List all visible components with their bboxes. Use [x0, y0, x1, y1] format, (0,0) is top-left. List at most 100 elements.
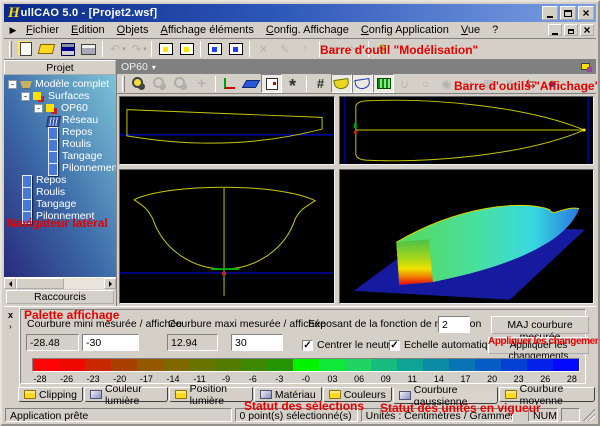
- hull-solid-icon: [334, 76, 350, 92]
- menu-objets[interactable]: Objets: [111, 23, 155, 37]
- scrollbar-thumb[interactable]: [16, 278, 64, 289]
- sphere-button: [415, 74, 436, 93]
- surface-selector[interactable]: OP60: [121, 61, 156, 73]
- tree-item-pilonnement[interactable]: Pilonnement: [4, 162, 116, 174]
- navigator-header[interactable]: Projet: [4, 60, 116, 75]
- expander-icon[interactable]: [34, 104, 43, 113]
- zoom-icon: [131, 76, 147, 92]
- node-x-icon: [256, 41, 272, 57]
- texture-button[interactable]: [373, 74, 394, 93]
- close-icon: ×: [582, 8, 589, 18]
- node-x-button: [253, 40, 274, 59]
- tree-item-op60[interactable]: OP60: [4, 102, 116, 114]
- tree-item-tangage[interactable]: Tangage: [4, 198, 116, 210]
- exponent-input[interactable]: [438, 316, 470, 333]
- min-displayed-input[interactable]: [82, 334, 139, 351]
- tree-item-mod-le-complet[interactable]: Modèle complet: [4, 78, 116, 90]
- open-button[interactable]: [36, 40, 57, 59]
- palette-close-icon[interactable]: x: [8, 310, 13, 320]
- hull-solid-button[interactable]: [331, 74, 352, 93]
- application-window: H ullCAO 5.0 - [Projet2.wsf] × ▶ Fichier…: [0, 0, 600, 426]
- zoom3-button: [170, 74, 191, 93]
- node-pen-button: [274, 40, 295, 59]
- new-button[interactable]: [15, 40, 36, 59]
- toolbar-grip[interactable]: [9, 41, 12, 57]
- mdi-minimize-button[interactable]: [548, 24, 562, 36]
- print-button[interactable]: [78, 40, 99, 59]
- menu-fichier[interactable]: Fichier: [20, 23, 65, 37]
- save-button[interactable]: [57, 40, 78, 59]
- toolbar-grip[interactable]: [122, 76, 125, 92]
- menu-config-affichage[interactable]: Config. Affichage: [260, 23, 355, 37]
- shortcuts-button[interactable]: Raccourcis: [6, 290, 114, 304]
- resize-grip[interactable]: [583, 409, 595, 421]
- mdi-restore-button[interactable]: [564, 24, 578, 36]
- folder-icon: [175, 390, 187, 399]
- scroll-right-button[interactable]: [104, 278, 116, 289]
- expander-icon[interactable]: [21, 92, 30, 101]
- tree-item-roulis[interactable]: Roulis: [4, 138, 116, 150]
- menu-edition[interactable]: Edition: [65, 23, 111, 37]
- tree-item-tangage[interactable]: Tangage: [4, 150, 116, 162]
- gradient-segment: [215, 359, 241, 371]
- tab-courbure-moyenne[interactable]: Courbure moyenne: [499, 387, 595, 402]
- tab-couleur-lumi-re[interactable]: Couleur lumière: [84, 387, 168, 402]
- tab-position-lumi-re[interactable]: Position lumière: [169, 387, 253, 402]
- curvature-gradient-bar: [32, 358, 580, 372]
- net-b2-icon: [228, 41, 244, 57]
- tree-item-repos[interactable]: Repos: [4, 174, 116, 186]
- axes-button[interactable]: [219, 74, 240, 93]
- grid-button[interactable]: [310, 74, 331, 93]
- tree-item-roulis[interactable]: Roulis: [4, 186, 116, 198]
- gradient-segment: [319, 359, 345, 371]
- max-displayed-input[interactable]: [231, 334, 283, 351]
- expander-icon[interactable]: [8, 80, 17, 89]
- separator: [249, 41, 250, 57]
- center-neutral-checkbox[interactable]: Centrer le neutre: [302, 339, 396, 351]
- tree-item-repos[interactable]: Repos: [4, 126, 116, 138]
- hull-wire-button[interactable]: [352, 74, 373, 93]
- gradient-segment: [137, 359, 163, 371]
- tab-clipping[interactable]: Clipping: [18, 387, 83, 402]
- node-add-button: [295, 40, 316, 59]
- zoom-button[interactable]: [128, 74, 149, 93]
- plan-view[interactable]: [339, 96, 594, 165]
- scrollbar-track[interactable]: [16, 278, 104, 289]
- maximize-button[interactable]: [560, 6, 576, 20]
- gradient-segment: [189, 359, 215, 371]
- zoom2-button: [149, 74, 170, 93]
- menu-config-application[interactable]: Config Application: [355, 23, 455, 37]
- menu-vue[interactable]: Vue: [455, 23, 486, 37]
- menu-[interactable]: ?: [486, 23, 504, 37]
- body-plan-view[interactable]: [119, 169, 335, 304]
- menu-affichage-l-ments[interactable]: Affichage éléments: [154, 23, 259, 37]
- net-y2-button[interactable]: [176, 40, 197, 59]
- viewport-corner-icon[interactable]: [580, 62, 592, 72]
- net-y1-button[interactable]: [155, 40, 176, 59]
- render-3d-view[interactable]: [339, 169, 594, 304]
- update-measured-button[interactable]: MAJ courbure mesurée: [491, 316, 589, 334]
- palette-expand-icon[interactable]: ›: [9, 322, 12, 331]
- tree-item-surfaces[interactable]: Surfaces: [4, 90, 116, 102]
- net-b2-button[interactable]: [225, 40, 246, 59]
- profile-view[interactable]: [119, 96, 335, 165]
- annotation-toolbar-modelisation: Barre d'outil "Modélisation": [320, 43, 478, 57]
- star-button[interactable]: [282, 74, 303, 93]
- autoscale-checkbox[interactable]: Echelle automatique: [389, 339, 499, 351]
- minimize-button[interactable]: [542, 6, 558, 20]
- document-system-icon[interactable]: ▶: [6, 25, 20, 36]
- project-navigator: Projet Modèle completSurfacesOP60RéseauR…: [4, 60, 117, 306]
- navigator-scrollbar[interactable]: [4, 277, 116, 289]
- close-button[interactable]: ×: [578, 6, 594, 20]
- mdi-close-button[interactable]: ×: [580, 24, 594, 36]
- net-b1-button[interactable]: [204, 40, 225, 59]
- separator: [215, 76, 216, 92]
- tree-item-r-seau[interactable]: Réseau: [4, 114, 116, 126]
- plane-button[interactable]: [240, 74, 261, 93]
- palette-icon: [90, 390, 102, 399]
- hull-profile-outline: [127, 110, 322, 144]
- viewbox-button[interactable]: [261, 74, 282, 93]
- stern-face: [396, 240, 433, 286]
- window-title: ullCAO 5.0 - [Projet2.wsf]: [21, 7, 158, 19]
- scroll-left-button[interactable]: [4, 278, 16, 289]
